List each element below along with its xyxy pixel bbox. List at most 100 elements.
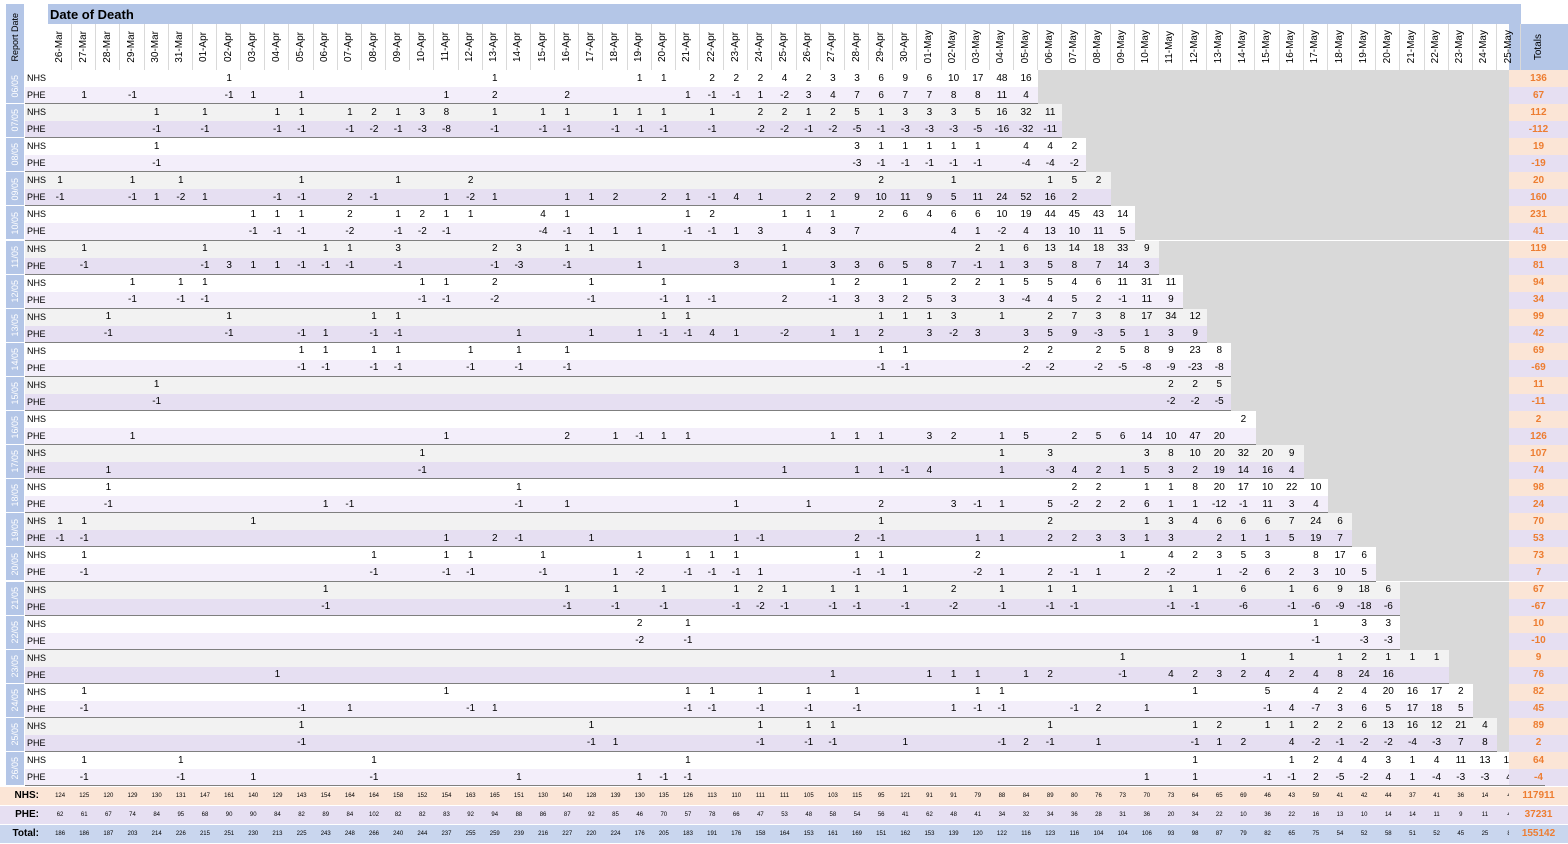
data-cell[interactable]: 1 — [338, 701, 362, 718]
nhs-summary-cell[interactable]: 164 — [362, 787, 386, 805]
phe-summary-cell[interactable]: 36 — [1135, 806, 1159, 824]
row-total[interactable]: 64 — [1509, 752, 1568, 770]
data-cell[interactable]: 4 — [797, 223, 821, 240]
data-cell[interactable]: 1 — [845, 582, 869, 599]
data-cell[interactable]: -1 — [700, 223, 724, 240]
data-cell[interactable]: 8 — [966, 87, 990, 104]
data-cell[interactable]: -1 — [700, 701, 724, 718]
data-cell[interactable]: 1 — [942, 138, 966, 155]
phe-summary-cell[interactable]: 78 — [700, 806, 724, 824]
data-cell[interactable]: 1 — [676, 87, 700, 104]
phe-summary-cell[interactable]: 34 — [990, 806, 1014, 824]
nhs-summary-cell[interactable]: 129 — [265, 787, 289, 805]
total-summary-cell[interactable]: 186 — [72, 825, 96, 843]
data-cell[interactable]: 2 — [1183, 462, 1207, 479]
phe-summary-cell[interactable]: 82 — [290, 806, 314, 824]
row-total[interactable]: 160 — [1509, 189, 1568, 207]
data-cell[interactable]: 1 — [434, 547, 458, 564]
data-cell[interactable]: 1 — [628, 223, 652, 240]
data-cell[interactable]: 12 — [1183, 309, 1207, 326]
data-cell[interactable]: -1 — [1328, 735, 1352, 752]
data-cell[interactable]: 1 — [1135, 326, 1159, 343]
data-cell[interactable]: 19 — [1304, 530, 1328, 547]
data-cell[interactable]: -1 — [338, 121, 362, 138]
data-cell[interactable]: 3 — [990, 292, 1014, 309]
data-cell[interactable]: 1 — [555, 206, 579, 223]
phe-summary-cell[interactable]: 86 — [531, 806, 555, 824]
data-cell[interactable]: 1 — [1231, 530, 1255, 547]
nhs-summary-cell[interactable]: 135 — [652, 787, 676, 805]
row-total[interactable]: 41 — [1509, 223, 1568, 241]
date-column-header[interactable]: 12-May — [1183, 24, 1208, 70]
data-cell[interactable]: 4 — [1014, 87, 1038, 104]
data-cell[interactable]: -1 — [193, 258, 217, 275]
data-cell[interactable]: -1 — [290, 735, 314, 752]
data-cell[interactable]: 2 — [1449, 684, 1473, 701]
date-column-header[interactable]: 02-Apr — [217, 24, 242, 70]
data-cell[interactable]: 10 — [990, 206, 1014, 223]
data-cell[interactable]: -8 — [1207, 360, 1231, 377]
data-cell[interactable]: 1 — [1207, 735, 1231, 752]
data-cell[interactable]: -1 — [966, 496, 990, 513]
phe-summary-cell[interactable]: 90 — [217, 806, 241, 824]
total-summary-cell[interactable]: 54 — [1328, 825, 1352, 843]
data-cell[interactable]: 1 — [531, 104, 555, 121]
data-cell[interactable]: -2 — [1231, 564, 1255, 581]
data-cell[interactable]: 4 — [1256, 667, 1280, 684]
data-cell[interactable]: 3 — [748, 223, 772, 240]
data-cell[interactable]: -1 — [314, 599, 338, 616]
data-cell[interactable]: -3 — [410, 121, 434, 138]
data-cell[interactable]: -2 — [990, 223, 1014, 240]
data-cell[interactable]: 3 — [845, 292, 869, 309]
data-cell[interactable]: 17 — [1400, 701, 1424, 718]
data-cell[interactable]: -1 — [1062, 564, 1086, 581]
data-cell[interactable]: 10 — [942, 70, 966, 87]
date-column-header[interactable]: 19-May — [1352, 24, 1377, 70]
data-cell[interactable]: 24 — [1352, 667, 1376, 684]
data-cell[interactable]: 5 — [1449, 701, 1473, 718]
data-cell[interactable]: 17 — [1425, 684, 1449, 701]
data-cell[interactable]: 4 — [1062, 275, 1086, 292]
data-cell[interactable]: 19 — [1014, 206, 1038, 223]
data-cell[interactable]: 2 — [483, 530, 507, 547]
data-cell[interactable]: 9 — [845, 189, 869, 206]
data-cell[interactable]: -2 — [942, 599, 966, 616]
data-cell[interactable]: -2 — [773, 326, 797, 343]
data-cell[interactable]: -1 — [1256, 769, 1280, 786]
data-cell[interactable]: 24 — [990, 189, 1014, 206]
data-cell[interactable]: -1 — [386, 223, 410, 240]
row-total[interactable]: -69 — [1509, 359, 1568, 377]
data-cell[interactable]: -1 — [386, 121, 410, 138]
data-cell[interactable]: -9 — [1328, 599, 1352, 616]
data-cell[interactable]: 2 — [748, 582, 772, 599]
data-cell[interactable]: 3 — [942, 309, 966, 326]
data-cell[interactable]: 5 — [1111, 223, 1135, 240]
data-cell[interactable]: 2 — [748, 70, 772, 87]
data-cell[interactable]: 5 — [1086, 428, 1110, 445]
date-column-header[interactable]: 20-May — [1376, 24, 1401, 70]
data-cell[interactable]: 5 — [1014, 275, 1038, 292]
total-summary-cell[interactable]: 104 — [1111, 825, 1135, 843]
data-cell[interactable]: -1 — [1062, 599, 1086, 616]
data-cell[interactable]: 1 — [773, 241, 797, 258]
data-cell[interactable]: 2 — [724, 70, 748, 87]
nhs-summary-cell[interactable]: 120 — [96, 787, 120, 805]
data-cell[interactable]: 1 — [241, 206, 265, 223]
data-cell[interactable]: 1 — [724, 547, 748, 564]
data-cell[interactable]: 4 — [1280, 701, 1304, 718]
data-cell[interactable]: 1 — [845, 462, 869, 479]
row-total[interactable]: 7 — [1509, 564, 1568, 582]
data-cell[interactable]: 1 — [459, 547, 483, 564]
nhs-summary-cell[interactable]: 121 — [893, 787, 917, 805]
phe-summary-cell[interactable]: 54 — [845, 806, 869, 824]
data-cell[interactable]: 24 — [1304, 513, 1328, 530]
data-cell[interactable]: -3 — [917, 121, 941, 138]
total-summary-total[interactable]: 155142 — [1509, 825, 1568, 843]
data-cell[interactable]: -1 — [169, 292, 193, 309]
data-cell[interactable]: -2 — [628, 633, 652, 650]
data-cell[interactable]: 1 — [893, 138, 917, 155]
data-cell[interactable]: -1 — [869, 530, 893, 547]
nhs-summary-cell[interactable]: 73 — [1111, 787, 1135, 805]
data-cell[interactable]: 13 — [1473, 752, 1497, 769]
data-cell[interactable]: 4 — [917, 462, 941, 479]
